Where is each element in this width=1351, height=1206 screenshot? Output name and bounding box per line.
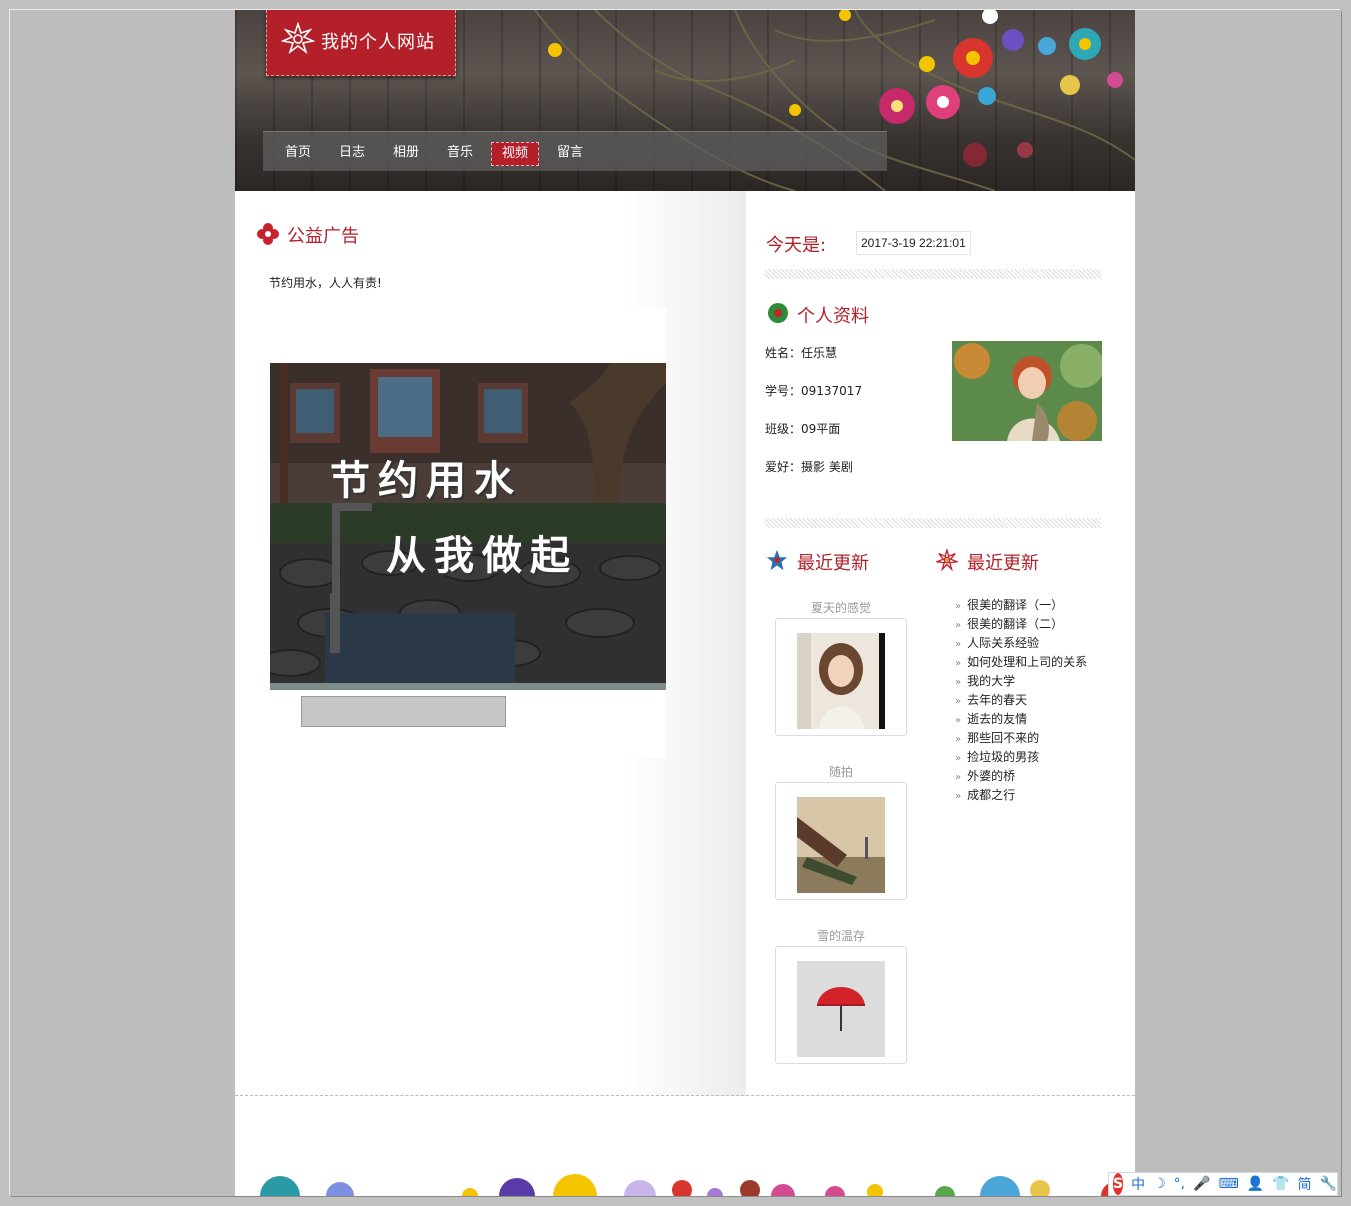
post-link[interactable]: » 很美的翻译（二） bbox=[955, 615, 1063, 632]
site-logo[interactable]: 我的个人网站 bbox=[266, 10, 456, 76]
nav-blog[interactable]: 日志 bbox=[329, 142, 375, 166]
profile-photo bbox=[952, 341, 1102, 441]
photo-thumbnail[interactable] bbox=[775, 946, 907, 1064]
sogou-logo-icon[interactable]: S bbox=[1113, 1173, 1124, 1195]
photo-image bbox=[797, 633, 885, 729]
ime-simplified-toggle[interactable]: 简 bbox=[1298, 1174, 1312, 1194]
logo-text: 我的个人网站 bbox=[321, 32, 435, 53]
post-link[interactable]: » 逝去的友情 bbox=[955, 710, 1027, 727]
ime-skin-icon[interactable]: 👕 bbox=[1272, 1176, 1289, 1192]
video-controls[interactable] bbox=[301, 696, 506, 727]
photo-thumbnail[interactable] bbox=[775, 618, 907, 736]
nav-music[interactable]: 音乐 bbox=[437, 142, 483, 166]
photo-image bbox=[797, 961, 885, 1057]
ime-lang-toggle[interactable]: 中 bbox=[1131, 1174, 1145, 1194]
profile-name: 姓名：任乐慧 bbox=[765, 346, 838, 360]
post-link[interactable]: » 成都之行 bbox=[955, 786, 1015, 803]
post-link[interactable]: » 外婆的桥 bbox=[955, 767, 1015, 784]
footer-decoration bbox=[260, 1174, 1129, 1196]
photo-caption: 夏天的感觉 bbox=[810, 601, 871, 615]
photo-caption: 雪的温存 bbox=[816, 929, 865, 943]
nav-home[interactable]: 首页 bbox=[275, 142, 321, 166]
page-container: 我的个人网站 首页 日志 相册 音乐 视频 留言 公益广告 节约用水，人人有责! bbox=[235, 10, 1135, 1196]
site-header: 我的个人网站 首页 日志 相册 音乐 视频 留言 bbox=[235, 10, 1135, 191]
nav-video[interactable]: 视频 bbox=[491, 142, 540, 166]
left-column: 公益广告 节约用水，人人有责! 节约用水 从我做起 bbox=[235, 191, 746, 1096]
right-column: 今天是: 2017-3-19 22:21:01 个人资料 姓名：任乐慧 学号：0… bbox=[746, 191, 1135, 1096]
ime-moon-icon[interactable]: ☽ bbox=[1153, 1176, 1166, 1192]
post-link[interactable]: » 捡垃圾的男孩 bbox=[955, 748, 1039, 765]
post-link[interactable]: » 去年的春天 bbox=[955, 691, 1027, 708]
post-link[interactable]: » 很美的翻译（一） bbox=[955, 596, 1063, 613]
video-caption-line1: 节约用水 bbox=[330, 458, 522, 504]
profile-hobby: 爱好：摄影 美剧 bbox=[765, 460, 853, 474]
ime-keyboard-icon[interactable]: ⌨ bbox=[1219, 1176, 1239, 1192]
photo-image bbox=[797, 797, 885, 893]
ime-user-icon[interactable]: 👤 bbox=[1247, 1176, 1264, 1192]
ad-title: 公益广告 bbox=[287, 226, 359, 247]
flower-icon bbox=[281, 22, 315, 55]
photo-caption: 随拍 bbox=[828, 765, 853, 779]
green-flower-icon bbox=[768, 303, 788, 323]
post-link[interactable]: » 我的大学 bbox=[955, 672, 1015, 689]
ad-text: 节约用水，人人有责! bbox=[269, 276, 382, 290]
photo-thumbnail[interactable] bbox=[775, 782, 907, 900]
profile-class: 班级：09平面 bbox=[765, 422, 841, 436]
today-label: 今天是: bbox=[766, 235, 827, 256]
recent-photos-title: 最近更新 bbox=[797, 553, 869, 574]
nav-album[interactable]: 相册 bbox=[383, 142, 429, 166]
flower-outline-icon bbox=[936, 549, 958, 571]
divider bbox=[765, 518, 1101, 528]
post-link[interactable]: » 如何处理和上司的关系 bbox=[955, 653, 1087, 670]
ime-settings-icon[interactable]: 🔧 bbox=[1320, 1176, 1337, 1192]
video-player[interactable]: 节约用水 从我做起 bbox=[270, 363, 666, 690]
ime-mic-icon[interactable]: 🎤 bbox=[1193, 1176, 1210, 1192]
post-link[interactable]: » 人际关系经验 bbox=[955, 634, 1039, 651]
red-flower-icon bbox=[257, 223, 279, 245]
divider bbox=[765, 269, 1101, 279]
recent-posts-title: 最近更新 bbox=[967, 553, 1039, 574]
video-caption-line2: 从我做起 bbox=[386, 533, 578, 579]
ime-punct-icon[interactable]: °, bbox=[1174, 1176, 1185, 1192]
footer-divider bbox=[235, 1095, 1135, 1096]
star-icon bbox=[766, 549, 788, 571]
post-link[interactable]: » 那些回不来的 bbox=[955, 729, 1039, 746]
profile-title: 个人资料 bbox=[797, 306, 869, 327]
ime-toolbar[interactable]: S 中 ☽ °, 🎤 ⌨ 👤 👕 简 🔧 bbox=[1108, 1172, 1338, 1196]
nav-messages[interactable]: 留言 bbox=[547, 142, 593, 166]
main-nav: 首页 日志 相册 音乐 视频 留言 bbox=[263, 131, 887, 171]
today-datetime: 2017-3-19 22:21:01 bbox=[856, 231, 971, 255]
avatar bbox=[952, 341, 1102, 441]
profile-student-id: 学号：09137017 bbox=[765, 384, 863, 398]
